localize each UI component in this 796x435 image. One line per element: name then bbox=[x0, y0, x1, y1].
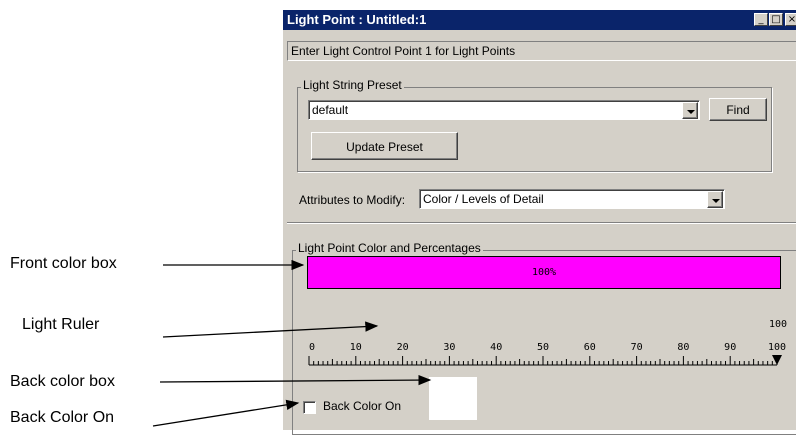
arrow-back-color-on bbox=[152, 399, 300, 427]
callout-arrows bbox=[152, 259, 432, 427]
arrow-light-ruler bbox=[162, 321, 379, 338]
arrow-back-color-box bbox=[159, 374, 432, 386]
